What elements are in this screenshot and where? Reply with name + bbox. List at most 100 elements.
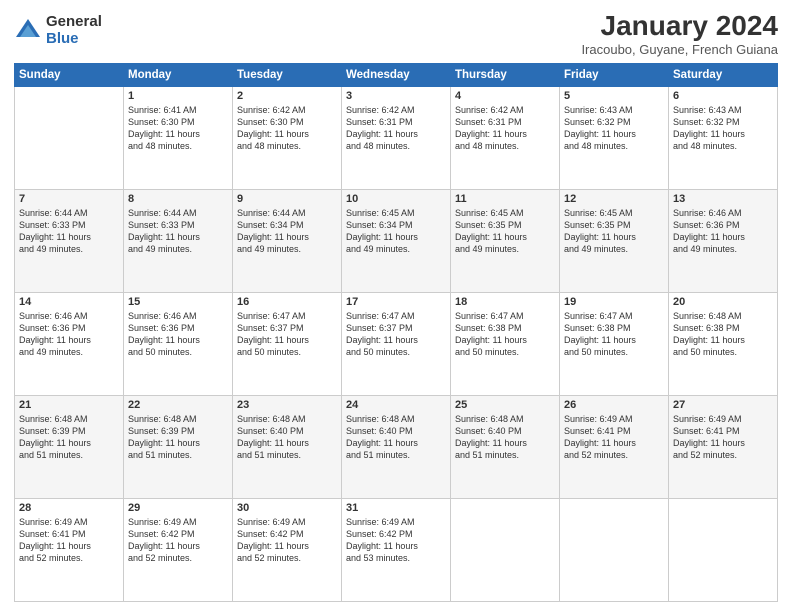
table-row: 11 Sunrise: 6:45 AM Sunset: 6:35 PM Dayli… — [451, 190, 560, 293]
day-number: 15 — [128, 296, 228, 308]
day-info: Sunrise: 6:41 AM Sunset: 6:30 PM Dayligh… — [128, 104, 228, 153]
day-info: Sunrise: 6:42 AM Sunset: 6:31 PM Dayligh… — [346, 104, 446, 153]
day-info: Sunrise: 6:46 AM Sunset: 6:36 PM Dayligh… — [19, 310, 119, 359]
day-info: Sunrise: 6:46 AM Sunset: 6:36 PM Dayligh… — [128, 310, 228, 359]
day-number: 26 — [564, 399, 664, 411]
day-info: Sunrise: 6:43 AM Sunset: 6:32 PM Dayligh… — [564, 104, 664, 153]
day-number: 30 — [237, 502, 337, 514]
day-number: 1 — [128, 90, 228, 102]
logo-blue-text: Blue — [46, 31, 102, 48]
calendar-week-row: 21 Sunrise: 6:48 AM Sunset: 6:39 PM Dayli… — [15, 396, 778, 499]
logo-icon — [14, 17, 42, 45]
day-number: 5 — [564, 90, 664, 102]
day-number: 29 — [128, 502, 228, 514]
table-row: 16 Sunrise: 6:47 AM Sunset: 6:37 PM Dayli… — [233, 293, 342, 396]
day-number: 22 — [128, 399, 228, 411]
day-info: Sunrise: 6:46 AM Sunset: 6:36 PM Dayligh… — [673, 207, 773, 256]
day-number: 12 — [564, 193, 664, 205]
day-info: Sunrise: 6:43 AM Sunset: 6:32 PM Dayligh… — [673, 104, 773, 153]
logo: General Blue — [14, 14, 102, 47]
table-row: 29 Sunrise: 6:49 AM Sunset: 6:42 PM Dayli… — [124, 499, 233, 602]
day-number: 14 — [19, 296, 119, 308]
table-row: 17 Sunrise: 6:47 AM Sunset: 6:37 PM Dayli… — [342, 293, 451, 396]
calendar-week-row: 7 Sunrise: 6:44 AM Sunset: 6:33 PM Daylig… — [15, 190, 778, 293]
day-info: Sunrise: 6:42 AM Sunset: 6:31 PM Dayligh… — [455, 104, 555, 153]
table-row: 8 Sunrise: 6:44 AM Sunset: 6:33 PM Daylig… — [124, 190, 233, 293]
day-info: Sunrise: 6:49 AM Sunset: 6:42 PM Dayligh… — [128, 516, 228, 565]
day-info: Sunrise: 6:47 AM Sunset: 6:38 PM Dayligh… — [455, 310, 555, 359]
day-number: 19 — [564, 296, 664, 308]
day-info: Sunrise: 6:47 AM Sunset: 6:37 PM Dayligh… — [237, 310, 337, 359]
logo-general-text: General — [46, 14, 102, 31]
day-info: Sunrise: 6:45 AM Sunset: 6:35 PM Dayligh… — [564, 207, 664, 256]
calendar-week-row: 1 Sunrise: 6:41 AM Sunset: 6:30 PM Daylig… — [15, 87, 778, 190]
col-sunday: Sunday — [15, 64, 124, 87]
table-row: 21 Sunrise: 6:48 AM Sunset: 6:39 PM Dayli… — [15, 396, 124, 499]
day-number: 21 — [19, 399, 119, 411]
table-row: 3 Sunrise: 6:42 AM Sunset: 6:31 PM Daylig… — [342, 87, 451, 190]
day-number: 23 — [237, 399, 337, 411]
day-info: Sunrise: 6:48 AM Sunset: 6:40 PM Dayligh… — [237, 413, 337, 462]
table-row: 9Sunrise: 6:44 AM Sunset: 6:34 PM Daylig… — [233, 190, 342, 293]
day-number: 31 — [346, 502, 446, 514]
day-number: 17 — [346, 296, 446, 308]
table-row: 23 Sunrise: 6:48 AM Sunset: 6:40 PM Dayli… — [233, 396, 342, 499]
day-info: Sunrise: 6:48 AM Sunset: 6:40 PM Dayligh… — [346, 413, 446, 462]
table-row: 18 Sunrise: 6:47 AM Sunset: 6:38 PM Dayli… — [451, 293, 560, 396]
col-monday: Monday — [124, 64, 233, 87]
day-number: 9 — [237, 193, 337, 205]
calendar-week-row: 14 Sunrise: 6:46 AM Sunset: 6:36 PM Dayli… — [15, 293, 778, 396]
day-number: 8 — [128, 193, 228, 205]
day-info: Sunrise: 6:48 AM Sunset: 6:38 PM Dayligh… — [673, 310, 773, 359]
table-row: 4 Sunrise: 6:42 AM Sunset: 6:31 PM Daylig… — [451, 87, 560, 190]
day-info: Sunrise: 6:48 AM Sunset: 6:39 PM Dayligh… — [128, 413, 228, 462]
month-year-title: January 2024 — [581, 10, 778, 42]
day-number: 16 — [237, 296, 337, 308]
day-info: Sunrise: 6:49 AM Sunset: 6:41 PM Dayligh… — [564, 413, 664, 462]
table-row — [15, 87, 124, 190]
title-block: January 2024 Iracoubo, Guyane, French Gu… — [581, 10, 778, 57]
calendar-week-row: 28Sunrise: 6:49 AM Sunset: 6:41 PM Dayli… — [15, 499, 778, 602]
logo-text: General Blue — [46, 14, 102, 47]
day-info: Sunrise: 6:47 AM Sunset: 6:37 PM Dayligh… — [346, 310, 446, 359]
day-number: 24 — [346, 399, 446, 411]
day-info: Sunrise: 6:48 AM Sunset: 6:39 PM Dayligh… — [19, 413, 119, 462]
table-row: 2 Sunrise: 6:42 AM Sunset: 6:30 PM Daylig… — [233, 87, 342, 190]
table-row: 5 Sunrise: 6:43 AM Sunset: 6:32 PM Daylig… — [560, 87, 669, 190]
day-info: Sunrise: 6:45 AM Sunset: 6:35 PM Dayligh… — [455, 207, 555, 256]
table-row: 19 Sunrise: 6:47 AM Sunset: 6:38 PM Dayli… — [560, 293, 669, 396]
day-number: 3 — [346, 90, 446, 102]
day-number: 4 — [455, 90, 555, 102]
table-row: 1 Sunrise: 6:41 AM Sunset: 6:30 PM Daylig… — [124, 87, 233, 190]
location-subtitle: Iracoubo, Guyane, French Guiana — [581, 42, 778, 57]
table-row: 6 Sunrise: 6:43 AM Sunset: 6:32 PM Daylig… — [669, 87, 778, 190]
day-number: 2 — [237, 90, 337, 102]
table-row — [560, 499, 669, 602]
day-info: Sunrise: 6:44 AM Sunset: 6:33 PM Dayligh… — [19, 207, 119, 256]
table-row: 31 Sunrise: 6:49 AM Sunset: 6:42 PM Dayli… — [342, 499, 451, 602]
day-info: Sunrise: 6:44 AM Sunset: 6:33 PM Dayligh… — [128, 207, 228, 256]
day-info: Sunrise: 6:49 AM Sunset: 6:41 PM Dayligh… — [19, 516, 119, 565]
table-row: 13Sunrise: 6:46 AM Sunset: 6:36 PM Dayli… — [669, 190, 778, 293]
col-tuesday: Tuesday — [233, 64, 342, 87]
day-info: Sunrise: 6:49 AM Sunset: 6:42 PM Dayligh… — [346, 516, 446, 565]
day-number: 18 — [455, 296, 555, 308]
header-row: Sunday Monday Tuesday Wednesday Thursday… — [15, 64, 778, 87]
day-number: 10 — [346, 193, 446, 205]
table-row: 12 Sunrise: 6:45 AM Sunset: 6:35 PM Dayli… — [560, 190, 669, 293]
col-wednesday: Wednesday — [342, 64, 451, 87]
table-row: 10Sunrise: 6:45 AM Sunset: 6:34 PM Dayli… — [342, 190, 451, 293]
day-number: 11 — [455, 193, 555, 205]
table-row: 15 Sunrise: 6:46 AM Sunset: 6:36 PM Dayli… — [124, 293, 233, 396]
table-row: 22 Sunrise: 6:48 AM Sunset: 6:39 PM Dayli… — [124, 396, 233, 499]
table-row: 26 Sunrise: 6:49 AM Sunset: 6:41 PM Dayli… — [560, 396, 669, 499]
table-row: 14 Sunrise: 6:46 AM Sunset: 6:36 PM Dayli… — [15, 293, 124, 396]
day-number: 27 — [673, 399, 773, 411]
table-row — [669, 499, 778, 602]
day-info: Sunrise: 6:47 AM Sunset: 6:38 PM Dayligh… — [564, 310, 664, 359]
day-number: 25 — [455, 399, 555, 411]
day-info: Sunrise: 6:49 AM Sunset: 6:41 PM Dayligh… — [673, 413, 773, 462]
day-info: Sunrise: 6:42 AM Sunset: 6:30 PM Dayligh… — [237, 104, 337, 153]
day-number: 7 — [19, 193, 119, 205]
day-number: 6 — [673, 90, 773, 102]
